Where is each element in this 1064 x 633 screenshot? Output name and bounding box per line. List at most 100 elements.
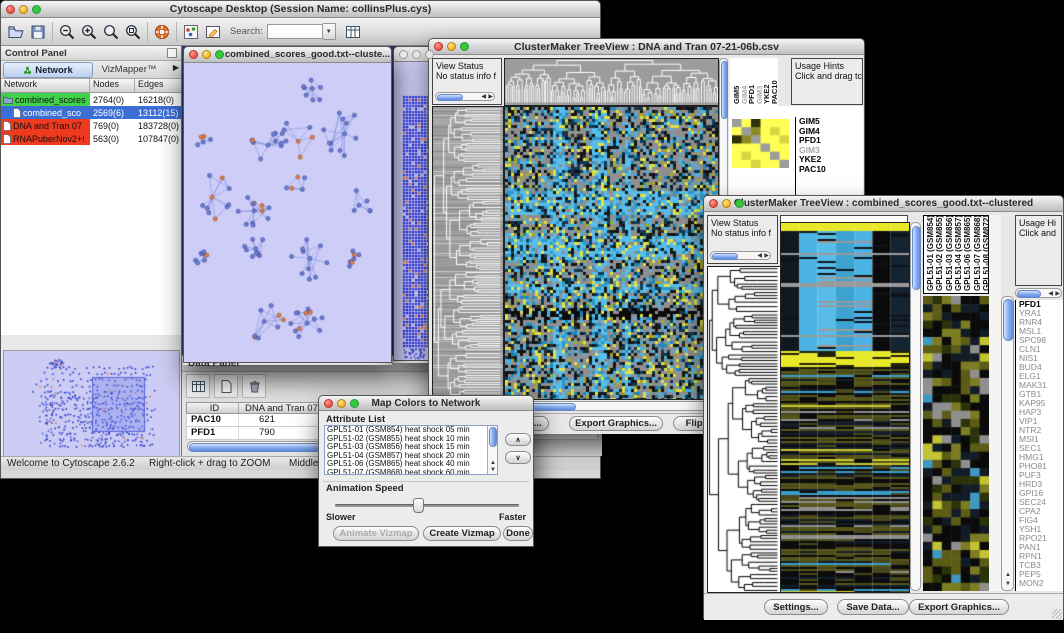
attribute-browser-icon-button[interactable] (342, 21, 364, 43)
network-edges: 13112(15) (135, 108, 180, 118)
minimize-button[interactable] (202, 50, 211, 59)
annotation-icon-button[interactable] (202, 21, 224, 43)
move-up-button[interactable]: ∧ (505, 433, 531, 446)
attribute-listbox[interactable]: GPL51-01 (GSM854) heat shock 05 minGPL51… (324, 425, 498, 475)
treeview2-buttonbar: Settings... Save Data... Export Graphics… (704, 593, 1063, 620)
close-button[interactable] (324, 399, 333, 408)
network-list-row[interactable]: RNAPuberNov2+!563(0)107847(0) (1, 132, 181, 145)
settings-button[interactable]: Settings... (764, 599, 828, 615)
attribute-list-vscrollbar[interactable]: ▲▼ (487, 426, 497, 474)
network-list: combined_scores2764(0)16218(0)combined_s… (1, 93, 181, 335)
network-edges: 107847(0) (135, 134, 180, 144)
treeview2-column-labels: GPL51-01 (GSM854)GPL51-02 (GSM855)GPL51-… (923, 215, 989, 294)
network-nodes: 769(0) (90, 121, 135, 131)
zoom-vscrollbar[interactable]: ▲▼ (1001, 296, 1014, 591)
status-hint-zoom: Right-click + drag to ZOOM (149, 458, 270, 469)
minimize-button[interactable] (412, 50, 421, 59)
move-down-button[interactable]: ∨ (505, 451, 531, 464)
zoom-selected-button[interactable] (122, 21, 144, 43)
group-separator (323, 481, 529, 482)
network-list-row[interactable]: combined_scores2764(0)16218(0) (1, 93, 181, 106)
network-name: combined_scores (15, 95, 86, 105)
window-controls (6, 5, 41, 14)
slower-label: Slower (326, 512, 356, 522)
gene-label[interactable]: MON2 (1019, 579, 1063, 588)
minimize-button[interactable] (447, 42, 456, 51)
zoom-heatmap[interactable] (732, 119, 789, 168)
tab-vizmapper[interactable]: VizMapper™ (95, 62, 163, 76)
zoom-button[interactable] (460, 42, 469, 51)
tab-overflow-arrow[interactable]: ▶ (173, 63, 179, 72)
control-panel: Control Panel Network VizMapper™ ▶ Netwo… (1, 46, 182, 466)
zoom-button[interactable] (350, 399, 359, 408)
network-overview-panel[interactable] (3, 350, 180, 464)
tab-network[interactable]: Network (3, 62, 93, 78)
treeview1-titlebar: ClusterMaker TreeView : DNA and Tran 07-… (428, 38, 865, 55)
gene-dendrogram[interactable] (708, 267, 780, 592)
minimize-button[interactable] (337, 399, 346, 408)
network-table-header: Network Nodes Edges (1, 79, 181, 93)
animate-vizmap-button[interactable]: Animate Vizmap (333, 526, 419, 541)
global-heatmap[interactable] (781, 223, 909, 592)
status-welcome: Welcome to Cytoscape 2.6.2 (7, 458, 135, 469)
animation-speed-slider[interactable] (335, 504, 519, 507)
export-graphics-button[interactable]: Export Graphics... (909, 599, 1009, 615)
close-button[interactable] (399, 50, 408, 59)
network-list-row[interactable]: DNA and Tran 07769(0)183728(0) (1, 119, 181, 132)
create-vizmap-button[interactable]: Create Vizmap (423, 526, 501, 541)
select-attributes-button[interactable] (186, 374, 210, 398)
network-graph-view[interactable] (185, 64, 390, 360)
network-nodes: 2764(0) (90, 95, 135, 105)
column-label: GPL51-02 (GSM855) (935, 216, 944, 291)
zoom-fit-button[interactable] (100, 21, 122, 43)
zoom-button[interactable] (425, 50, 434, 59)
minimize-button[interactable] (722, 199, 731, 208)
zoom-heatmap[interactable] (923, 296, 989, 591)
attribute-list-label: Attribute List (326, 414, 385, 425)
column-dendrogram[interactable] (505, 59, 718, 105)
close-button[interactable] (709, 199, 718, 208)
usage-hints-box: Usage Hi Click and (1015, 215, 1062, 286)
slider-thumb[interactable] (413, 498, 424, 513)
export-graphics-button[interactable]: Export Graphics... (569, 416, 663, 431)
open-file-button[interactable] (5, 21, 27, 43)
network-name: DNA and Tran 07 (13, 121, 82, 131)
network-list-row[interactable]: combined_sco2569(6)13112(15) (1, 106, 181, 119)
resize-grip[interactable] (1052, 609, 1062, 619)
animation-speed-label: Animation Speed (326, 483, 404, 494)
minimize-button[interactable] (19, 5, 28, 14)
treeview2-vscrollbar[interactable] (910, 222, 921, 591)
close-button[interactable] (434, 42, 443, 51)
vizmapper-icon-button[interactable] (180, 21, 202, 43)
control-panel-tabs: Network VizMapper™ ▶ (1, 61, 181, 79)
gene-label[interactable]: PAC10 (799, 165, 863, 175)
zoom-button[interactable] (735, 199, 744, 208)
network-nodes: 2569(6) (90, 108, 135, 118)
close-button[interactable] (6, 5, 15, 14)
search-label: Search: (230, 26, 263, 37)
done-button[interactable]: Done (503, 526, 533, 541)
view-status-box: View Status No status info f ◀▶ (432, 58, 502, 105)
search-dropdown-button[interactable]: ▼ (323, 23, 336, 40)
column-label: PAC10 (771, 58, 779, 104)
view-status-scrollbar[interactable]: ◀▶ (710, 251, 771, 260)
dialog-titlebar: Map Colors to Network (318, 395, 534, 411)
zoom-out-button[interactable] (56, 21, 78, 43)
usage-hints-scrollbar[interactable]: ◀▶ (1015, 288, 1062, 298)
help-lifesaver-button[interactable] (151, 21, 173, 43)
create-attribute-button[interactable] (214, 374, 238, 398)
view-status-scrollbar[interactable]: ◀▶ (435, 92, 495, 101)
attribute-item[interactable]: GPL51-07 (GSM868) heat shock 60 min (325, 469, 486, 475)
search-input[interactable] (267, 24, 323, 39)
global-heatmap[interactable] (505, 107, 718, 399)
zoom-in-button[interactable] (78, 21, 100, 43)
save-data-button[interactable]: Save Data... (837, 599, 909, 615)
zoom-button[interactable] (215, 50, 224, 59)
gene-dendrogram[interactable] (433, 107, 503, 399)
float-panel-icon[interactable] (167, 48, 177, 58)
zoom-button[interactable] (32, 5, 41, 14)
delete-attribute-button[interactable] (242, 374, 266, 398)
save-button[interactable] (27, 21, 49, 43)
status-hint-pan: Middle- (289, 458, 322, 469)
close-button[interactable] (189, 50, 198, 59)
